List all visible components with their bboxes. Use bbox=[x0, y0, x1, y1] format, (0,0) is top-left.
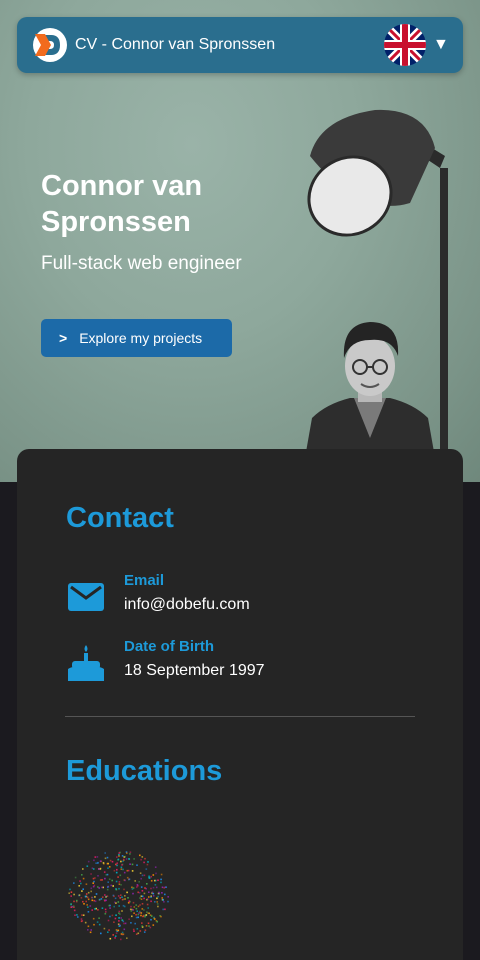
email-value[interactable]: info@dobefu.com bbox=[124, 595, 250, 615]
dobefu-logo-icon[interactable] bbox=[33, 28, 67, 62]
contact-email[interactable]: Email info@dobefu.com bbox=[66, 571, 426, 623]
hero-subtitle: Full-stack web engineer bbox=[41, 253, 242, 274]
hero-section: CV - Connor van Spronssen ▼ Connor van S… bbox=[0, 0, 480, 482]
uk-flag-icon[interactable] bbox=[384, 24, 426, 66]
educations-heading: Educations bbox=[66, 755, 223, 787]
dob-label: Date of Birth bbox=[124, 638, 214, 655]
app-header: CV - Connor van Spronssen ▼ bbox=[17, 17, 463, 73]
envelope-icon bbox=[68, 583, 104, 611]
content-card: Contact Email info@dobefu.com Date of Bi… bbox=[17, 449, 463, 960]
hero-name: Connor van Spronssen bbox=[41, 170, 203, 238]
language-dropdown-icon[interactable]: ▼ bbox=[433, 35, 449, 55]
explore-projects-label: Explore my projects bbox=[79, 330, 203, 346]
birthday-cake-icon bbox=[68, 645, 104, 681]
contact-date-of-birth: Date of Birth 18 September 1997 bbox=[66, 637, 426, 689]
section-divider bbox=[65, 716, 415, 717]
education-logo-icon[interactable] bbox=[66, 847, 170, 943]
profile-photo bbox=[306, 322, 434, 452]
dob-value: 18 September 1997 bbox=[124, 662, 265, 679]
contact-heading: Contact bbox=[66, 502, 174, 534]
explore-projects-button[interactable]: > Explore my projects bbox=[41, 319, 232, 357]
chevron-right-icon: > bbox=[59, 330, 68, 346]
app-title: CV - Connor van Spronssen bbox=[75, 36, 276, 53]
email-label: Email bbox=[124, 572, 165, 589]
